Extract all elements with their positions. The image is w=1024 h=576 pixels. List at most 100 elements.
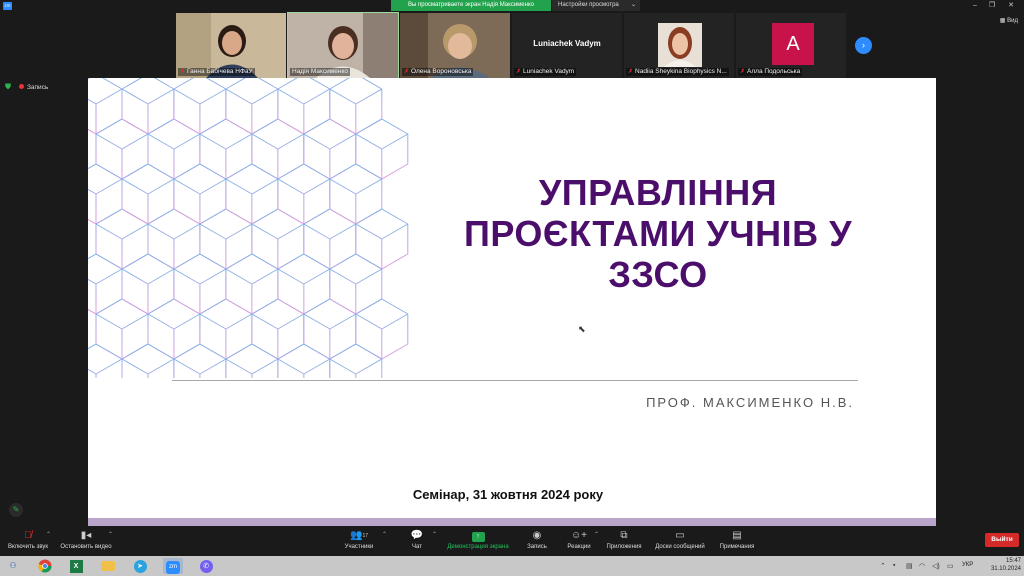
unmute-button[interactable]: 🎙̸ Включить звук <box>4 530 52 552</box>
hexagon-cell <box>225 343 279 378</box>
chat-button[interactable]: 💬 Чат <box>403 530 431 552</box>
hexagon-cell <box>88 253 123 315</box>
participant-tile[interactable]: A ✗ Алла Подольська <box>736 13 846 78</box>
participant-name: Олена Вороновська <box>411 68 472 75</box>
cube-edge <box>147 223 201 269</box>
hexagon-cell <box>88 78 123 135</box>
cube-edge <box>95 223 149 269</box>
people-icon: 👥 <box>349 530 363 541</box>
recording-indicator[interactable]: ⛊ Запись <box>5 82 48 92</box>
language-indicator[interactable]: УКР <box>962 562 973 568</box>
tray-app-icon[interactable]: ▪ <box>893 562 895 569</box>
cube-edge <box>329 268 383 314</box>
hexagon-cell <box>88 163 123 225</box>
chevron-down-icon: ⌄ <box>630 2 636 8</box>
chevron-up-icon[interactable]: ⌃ <box>432 531 437 538</box>
cube-edge <box>88 358 123 378</box>
slide-bottom-bar <box>88 518 936 526</box>
reactions-button[interactable]: ☺+ Реакции <box>562 530 596 552</box>
telegram-icon[interactable]: ➤ <box>130 558 150 574</box>
whiteboards-button[interactable]: ▭ Доски сообщений <box>652 530 708 552</box>
mic-muted-icon: ✗ <box>404 69 410 75</box>
stop-video-button[interactable]: ▮◂ Остановить видео <box>56 530 116 552</box>
clock[interactable]: 15:47 31.10.2024 <box>991 557 1021 573</box>
network-icon[interactable]: ▤ <box>906 562 913 570</box>
cube-edge <box>88 268 123 314</box>
participant-name: Надія Максименко <box>292 68 348 75</box>
cube-edge <box>329 178 383 224</box>
recording-dot-icon <box>19 83 24 89</box>
reactions-label: Реакции <box>567 544 591 550</box>
clock-date: 31.10.2024 <box>990 566 1021 572</box>
participant-tile[interactable]: ✗ Nadiia Sheykina Biophysics N... <box>624 13 734 78</box>
file-explorer-icon[interactable] <box>98 558 118 574</box>
tray-chevron-icon[interactable]: ⌃ <box>880 562 886 570</box>
smiley-icon: ☺+ <box>570 530 588 541</box>
close-icon[interactable]: ✕ <box>1004 0 1018 11</box>
annotate-pencil-icon[interactable]: ✎ <box>9 503 23 517</box>
minimize-icon[interactable]: – <box>968 0 982 11</box>
hexagon-cell <box>173 343 227 378</box>
cube-edge <box>225 268 279 314</box>
next-page-button[interactable]: › <box>855 37 872 54</box>
chevron-up-icon[interactable]: ⌃ <box>46 531 51 538</box>
record-label: Запись <box>527 544 547 550</box>
whiteboard-icon: ▭ <box>675 530 685 541</box>
view-settings-button[interactable]: Настройки просмотра ⌄ <box>552 0 640 11</box>
hexagon-cell <box>121 343 175 378</box>
participant-tile-active-speaker[interactable]: Надія Максименко <box>287 12 399 79</box>
cube-edge <box>225 88 279 134</box>
chevron-up-icon[interactable]: ⌃ <box>108 531 113 538</box>
slide-title: УПРАВЛІННЯ ПРОЄКТАМИ УЧНІВ У ЗЗСО <box>463 172 853 295</box>
slide-author: ПРОФ. МАКСИМЕНКО Н.В. <box>646 395 854 410</box>
cube-edge <box>251 223 305 269</box>
participant-tile[interactable]: ✗ Олена Вороновська <box>400 13 510 78</box>
apps-button[interactable]: ⧉ Приложения <box>603 530 645 552</box>
cube-edge <box>147 313 201 359</box>
cube-edge <box>173 358 227 378</box>
cube-edge <box>95 133 149 179</box>
participant-name: Алла Подольська <box>747 68 801 75</box>
participant-tile[interactable]: Luniachek Vadym ✗ Luniachek Vadym <box>512 13 622 78</box>
hexagon-cell <box>277 343 331 378</box>
shared-slide: УПРАВЛІННЯ ПРОЄКТАМИ УЧНІВ У ЗЗСО ПРОФ. … <box>88 78 936 518</box>
battery-icon[interactable]: ▭ <box>947 562 954 570</box>
chrome-logo-icon <box>38 559 52 573</box>
chevron-up-icon[interactable]: ⌃ <box>594 531 599 538</box>
zoom-app-icon[interactable]: zm <box>163 558 183 574</box>
restore-icon[interactable]: ❐ <box>985 0 999 11</box>
leave-meeting-button[interactable]: Выйти <box>985 533 1019 547</box>
share-screen-icon: ↑ <box>471 532 485 542</box>
participant-tile[interactable]: ✗ Ганна Бабічева НФаУ <box>176 13 286 78</box>
start-icon[interactable]: ⚇ <box>3 558 23 574</box>
cube-edge <box>199 133 253 179</box>
volume-icon[interactable]: ◁) <box>932 562 940 570</box>
record-button[interactable]: ◉ Запись <box>522 530 552 552</box>
wifi-icon[interactable]: ◠ <box>919 562 925 570</box>
participant-name: Luniachek Vadym <box>523 68 575 75</box>
viber-icon[interactable]: ✆ <box>196 558 216 574</box>
shield-icon: ⛊ <box>5 82 11 91</box>
cube-edge <box>329 88 383 134</box>
cube-edge <box>199 313 253 359</box>
divider <box>172 380 858 381</box>
screen-share-banner: Вы просматриваете экран Надія Максименко <box>391 0 551 11</box>
mouse-cursor-icon: ⬉ <box>578 324 586 334</box>
excel-icon[interactable]: X <box>66 558 86 574</box>
cube-edge <box>329 358 383 378</box>
slide-footer: Семінар, 31 жовтня 2024 року <box>412 487 604 502</box>
cube-edge <box>95 313 149 359</box>
chrome-icon[interactable] <box>35 558 55 574</box>
view-toggle-button[interactable]: ▦ Вид <box>1000 17 1018 24</box>
notes-button[interactable]: ▤ Примечания <box>716 530 758 552</box>
chevron-up-icon[interactable]: ⌃ <box>382 531 387 538</box>
cube-edge <box>303 313 357 359</box>
hexagon-pattern <box>88 78 409 378</box>
cube-edge <box>355 313 409 359</box>
cube-edge <box>277 178 331 224</box>
hexagon-cell <box>329 343 383 378</box>
participants-button[interactable]: 👥17 Участники <box>338 530 380 552</box>
chat-icon: 💬 <box>410 530 424 541</box>
participant-count: 17 <box>362 533 368 539</box>
share-screen-button[interactable]: ↑ Демонстрация экрана <box>443 530 513 552</box>
